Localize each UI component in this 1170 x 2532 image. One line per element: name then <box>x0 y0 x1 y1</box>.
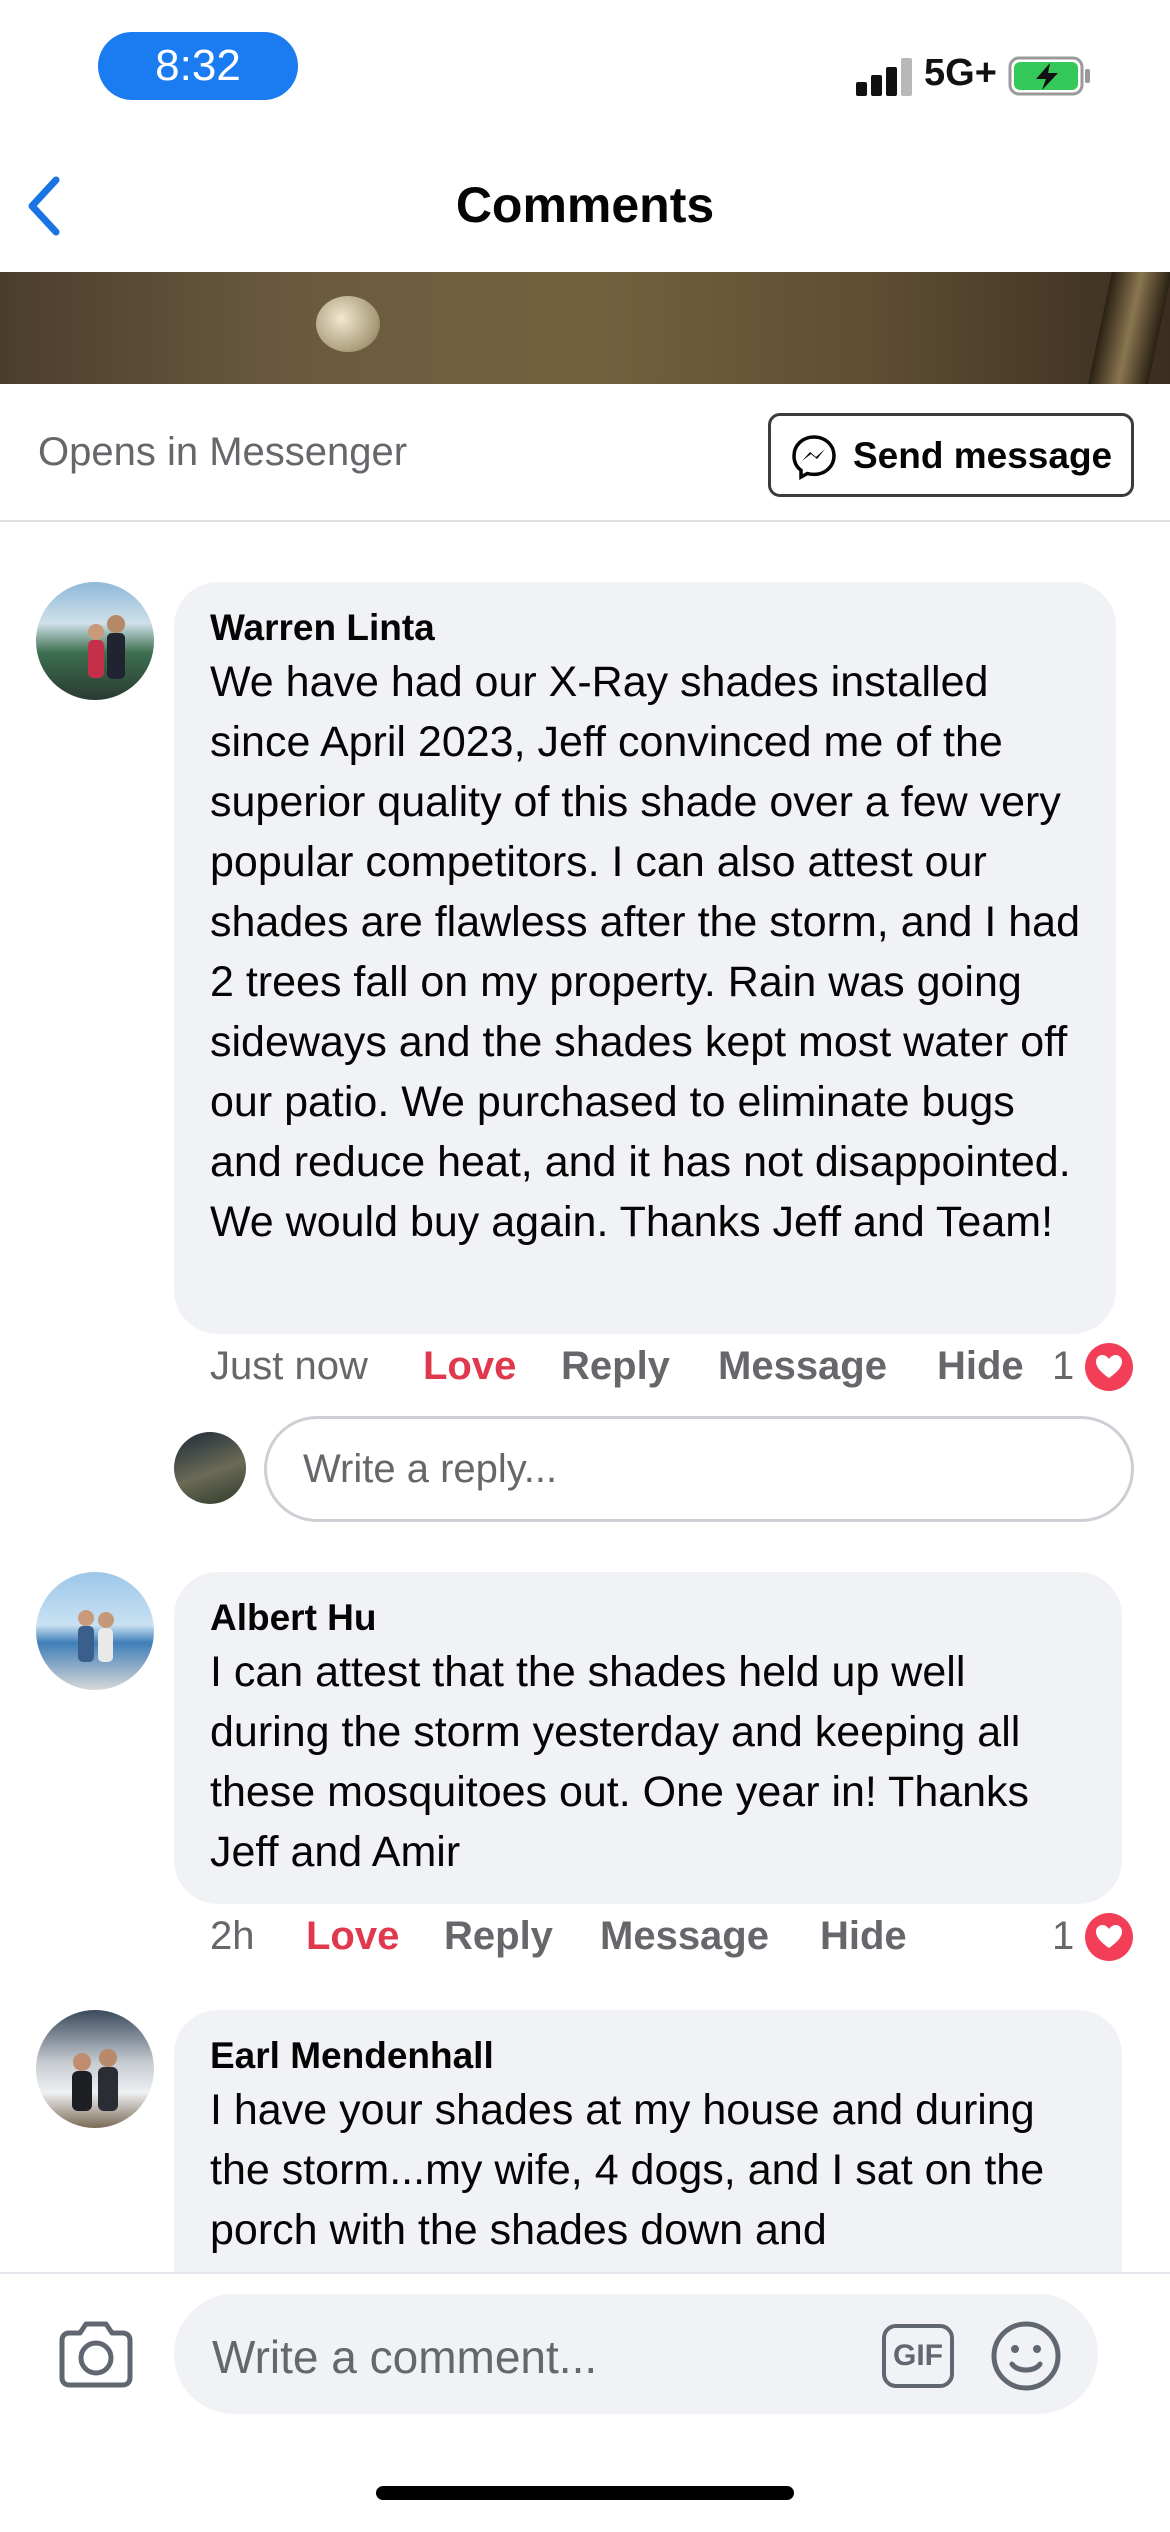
hide-button[interactable]: Hide <box>820 1914 907 1959</box>
send-message-label: Send message <box>853 435 1113 476</box>
avatar[interactable] <box>36 1572 154 1690</box>
avatar-people <box>88 615 125 679</box>
reaction-number: 1 <box>1052 1914 1075 1958</box>
comment-bubble[interactable]: Albert Hu I can attest that the shades h… <box>174 1572 1122 1904</box>
message-button[interactable]: Message <box>718 1344 887 1389</box>
reply-button[interactable]: Reply <box>444 1914 553 1959</box>
comment-author[interactable]: Albert Hu <box>210 1594 1086 1642</box>
image-beam <box>1088 272 1170 384</box>
comment-text: I can attest that the shades held up wel… <box>210 1648 1030 1876</box>
messenger-icon <box>792 435 836 480</box>
page-title: Comments <box>455 177 715 233</box>
battery-charging-icon <box>1008 56 1090 96</box>
avatar[interactable] <box>36 2010 154 2128</box>
emoji-icon[interactable] <box>990 2320 1062 2392</box>
love-button[interactable]: Love <box>306 1914 399 1959</box>
avatar-people <box>78 1610 114 1662</box>
comment-input-placeholder: Write a comment... <box>212 2331 598 2383</box>
messenger-row: Opens in Messenger Send message <box>0 384 1170 522</box>
comment-author[interactable]: Warren Linta <box>210 604 1080 652</box>
home-indicator[interactable] <box>376 2486 794 2500</box>
love-button[interactable]: Love <box>423 1344 516 1389</box>
my-avatar <box>174 1432 246 1504</box>
comment-time: Just now <box>210 1344 368 1388</box>
comment-time: 2h <box>210 1914 255 1958</box>
send-message-button[interactable]: Send message <box>768 413 1134 497</box>
message-button[interactable]: Message <box>600 1914 769 1959</box>
avatar-people <box>72 2049 118 2111</box>
comment-text: We have had our X-Ray shades installed s… <box>210 658 1081 1246</box>
reaction-number: 1 <box>1052 1344 1075 1388</box>
post-image[interactable] <box>0 272 1170 384</box>
comment-actions: Just now Love Reply Message Hide <box>210 1344 1090 1404</box>
comment-author[interactable]: Earl Mendenhall <box>210 2032 1086 2080</box>
camera-icon[interactable] <box>56 2318 136 2390</box>
network-type: 5G+ <box>924 52 997 94</box>
ceiling-light <box>316 296 380 352</box>
status-time[interactable]: 8:32 <box>98 32 298 100</box>
nav-header: Comments <box>0 140 1170 272</box>
gif-icon[interactable]: GIF <box>882 2324 954 2388</box>
heart-icon <box>1085 1913 1133 1961</box>
opens-in-messenger-label: Opens in Messenger <box>38 430 408 474</box>
comment-bubble[interactable]: Warren Linta We have had our X-Ray shade… <box>174 582 1116 1334</box>
status-bar: 8:32 5G+ <box>0 0 1170 140</box>
comment-text: I have your shades at my house and durin… <box>210 2086 1045 2254</box>
reply-button[interactable]: Reply <box>561 1344 670 1389</box>
comment-bubble[interactable]: Earl Mendenhall I have your shades at my… <box>174 2010 1122 2272</box>
reaction-count[interactable]: 1 <box>1052 1343 1142 1404</box>
heart-icon <box>1085 1343 1133 1391</box>
signal-icon <box>856 58 914 96</box>
avatar[interactable] <box>36 582 154 700</box>
reaction-count[interactable]: 1 <box>1052 1913 1142 1974</box>
comment-input[interactable]: Write a comment... GIF <box>174 2294 1098 2414</box>
comment-actions: 2h Love Reply Message Hide <box>210 1914 1070 1974</box>
hide-button[interactable]: Hide <box>937 1344 1024 1389</box>
reply-input[interactable]: Write a reply... <box>264 1416 1134 1522</box>
